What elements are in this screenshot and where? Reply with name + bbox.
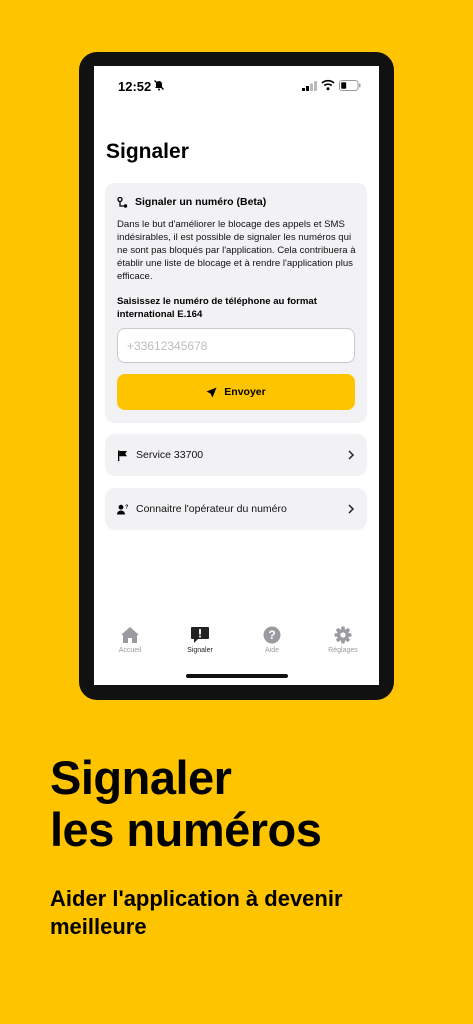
- flag-icon: [118, 450, 127, 461]
- report-number-card: Signaler un numéro (Beta) Dans le but d'…: [105, 183, 367, 423]
- app-screen: 12:52 Signaler Signaler un numéro (Beta)…: [94, 66, 379, 685]
- tab-label: Accueil: [118, 647, 142, 654]
- tab-aide[interactable]: ? Aide: [242, 626, 302, 654]
- bell-muted-icon: [154, 80, 164, 91]
- status-bar: 12:52: [94, 66, 379, 106]
- gear-icon: [334, 626, 352, 644]
- operator-lookup-row[interactable]: ? Connaitre l'opérateur du numéro: [105, 488, 367, 530]
- tab-signaler[interactable]: Signaler: [170, 626, 230, 654]
- status-time: 12:52: [118, 79, 152, 94]
- tab-bar: Accueil Signaler ? Aide Réglages: [94, 626, 379, 666]
- home-icon: [121, 627, 139, 643]
- report-icon: [191, 627, 209, 643]
- user-question-icon: ?: [117, 504, 128, 514]
- row-label: Service 33700: [136, 449, 204, 461]
- send-button-label: Envoyer: [224, 386, 266, 398]
- promo-headline: Signaler les numéros: [50, 751, 322, 856]
- battery-icon: [339, 80, 361, 91]
- chevron-right-icon: [348, 450, 355, 460]
- home-indicator: [186, 674, 288, 678]
- tab-label: Signaler: [187, 647, 213, 654]
- help-icon: ?: [263, 626, 281, 644]
- phone-frame: 12:52 Signaler Signaler un numéro (Beta)…: [79, 52, 394, 700]
- headline-line-1: Signaler: [50, 751, 232, 804]
- phone-number-input[interactable]: [117, 328, 355, 363]
- page-title: Signaler: [106, 140, 189, 163]
- send-icon: [206, 387, 217, 397]
- tab-reglages[interactable]: Réglages: [313, 626, 373, 654]
- send-button[interactable]: Envoyer: [117, 374, 355, 410]
- promo-subline: Aider l'application à devenir meilleure: [50, 886, 343, 939]
- card-header: Signaler un numéro (Beta): [117, 195, 266, 209]
- card-title: Signaler un numéro (Beta): [135, 196, 267, 208]
- row-label: Connaitre l'opérateur du numéro: [136, 503, 287, 515]
- card-description: Dans le but d'améliorer le blocage des a…: [117, 219, 356, 282]
- tab-accueil[interactable]: Accueil: [100, 626, 160, 654]
- phone-report-icon: [117, 196, 128, 208]
- headline-line-2: les numéros: [50, 803, 322, 856]
- svg-text:?: ?: [125, 504, 128, 510]
- chevron-right-icon: [348, 504, 355, 514]
- wifi-icon: [321, 79, 335, 91]
- phone-input-label: Saisissez le numéro de téléphone au form…: [117, 296, 317, 320]
- cellular-signal-icon: [302, 81, 317, 91]
- svg-text:?: ?: [268, 628, 275, 642]
- tab-label: Aide: [264, 647, 279, 654]
- service-33700-row[interactable]: Service 33700: [105, 434, 367, 476]
- tab-label: Réglages: [328, 647, 358, 654]
